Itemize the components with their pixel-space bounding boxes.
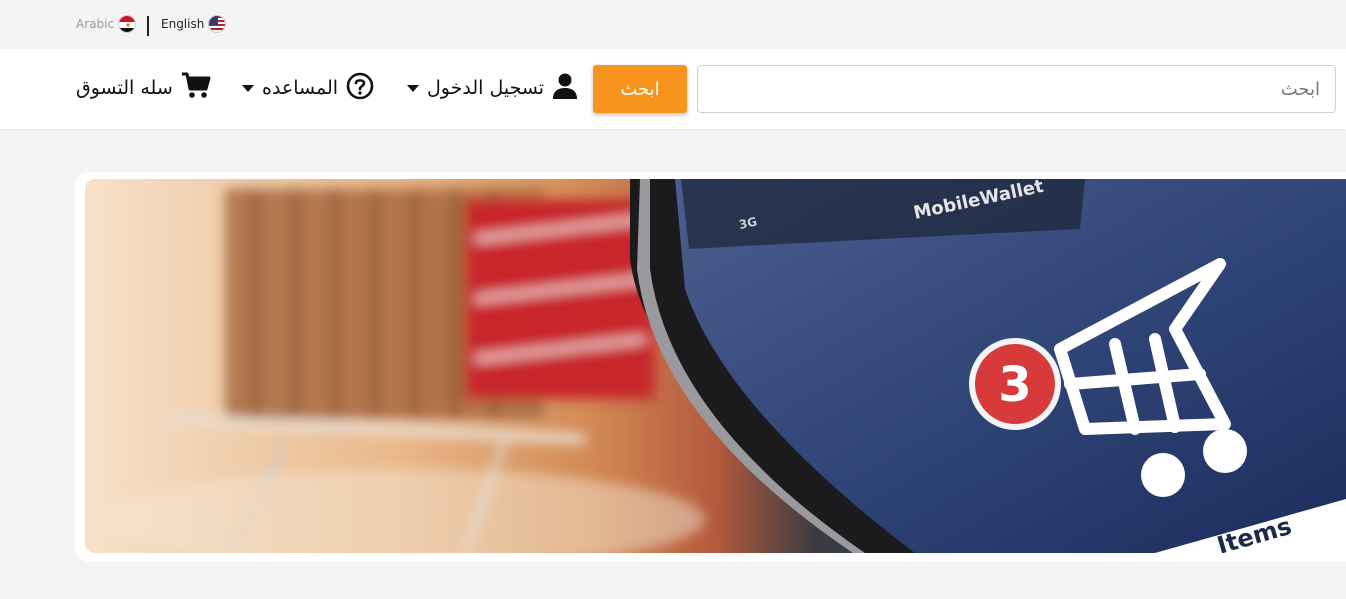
language-divider	[147, 16, 149, 36]
help-circle-icon	[346, 72, 374, 105]
help-label: المساعده	[262, 77, 339, 99]
main-navbar: ابحث تسجيل الدخول المساعده سله التسوق	[0, 49, 1346, 129]
language-english-label: English	[161, 17, 205, 31]
search-input[interactable]	[697, 65, 1336, 113]
shopping-cart-icon	[181, 72, 211, 105]
shopping-cart-link[interactable]: سله التسوق	[76, 72, 211, 104]
cart-badge-count: 3	[998, 357, 1031, 413]
search-button[interactable]: ابحث	[593, 65, 687, 113]
cart-label: سله التسوق	[76, 77, 173, 99]
egypt-flag-icon	[118, 15, 137, 33]
caret-down-icon	[407, 84, 419, 92]
caret-down-icon	[242, 84, 254, 92]
us-flag-icon	[208, 15, 227, 33]
hero-banner-image[interactable]: MobileWallet 3G 3 Items	[85, 179, 1346, 553]
language-english[interactable]: English	[161, 15, 227, 33]
language-arabic-label: Arabic	[76, 17, 115, 31]
language-arabic[interactable]: Arabic	[76, 15, 137, 33]
help-menu[interactable]: المساعده	[242, 72, 374, 104]
user-icon	[552, 72, 578, 105]
login-label: تسجيل الدخول	[427, 77, 545, 99]
login-menu[interactable]: تسجيل الدخول	[407, 72, 578, 104]
language-bar: Arabic English	[0, 0, 1346, 49]
